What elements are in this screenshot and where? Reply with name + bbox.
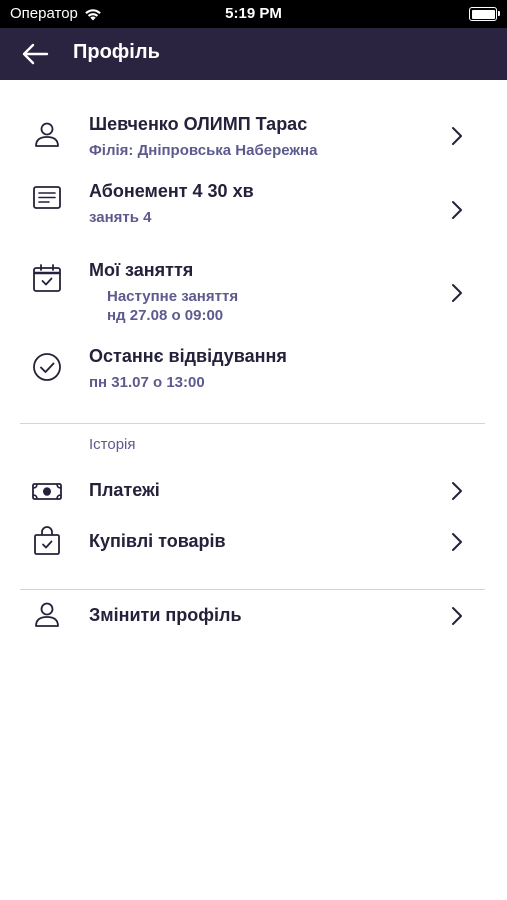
- my-classes-row[interactable]: Мої заняття Наступне заняття нд 27.08 о …: [0, 254, 507, 332]
- last-visit-row: Останнє відвідування пн 31.07 о 13:00: [0, 340, 507, 400]
- ticket-icon: [33, 186, 61, 209]
- app-header: Профіль: [0, 28, 507, 80]
- page-title: Профіль: [73, 41, 160, 63]
- user-icon: [35, 602, 59, 627]
- status-time: 5:19 PM: [225, 5, 282, 22]
- calendar-check-icon: [33, 264, 61, 292]
- last-visit-title: Останнє відвідування: [89, 346, 287, 366]
- my-classes-title: Мої заняття: [89, 260, 194, 280]
- back-arrow-icon[interactable]: [20, 41, 50, 67]
- subscription-row[interactable]: Абонемент 4 30 хв занять 4: [0, 175, 507, 241]
- next-class-label: Наступне заняття: [107, 288, 239, 305]
- history-section-label: Історія: [89, 436, 136, 453]
- profile-branch: Філія: Дніпровська Набережна: [89, 142, 318, 159]
- edit-profile-row[interactable]: Змінити профіль: [0, 594, 507, 638]
- edit-profile-label: Змінити профіль: [89, 605, 242, 625]
- payments-row[interactable]: Платежі: [0, 470, 507, 512]
- chevron-right-icon: [452, 201, 462, 219]
- payments-label: Платежі: [89, 480, 160, 500]
- chevron-right-icon: [452, 284, 462, 302]
- status-bar: Оператор 5:19 PM: [0, 0, 507, 28]
- chevron-right-icon: [452, 607, 462, 625]
- chevron-right-icon: [452, 533, 462, 551]
- purchases-label: Купівлі товарів: [89, 531, 226, 551]
- check-circle-icon: [33, 353, 61, 381]
- subscription-sessions: занять 4: [89, 209, 152, 226]
- section-divider: [20, 423, 485, 424]
- user-icon: [35, 122, 59, 147]
- purchases-row[interactable]: Купівлі товарів: [0, 521, 507, 563]
- section-divider: [20, 589, 485, 590]
- chevron-right-icon: [452, 482, 462, 500]
- battery-icon: [469, 7, 500, 21]
- next-class-date: нд 27.08 о 09:00: [107, 307, 224, 324]
- last-visit-date: пн 31.07 о 13:00: [89, 374, 205, 391]
- subscription-title: Абонемент 4 30 хв: [89, 181, 254, 201]
- profile-row[interactable]: Шевченко ОЛИМП Тарас Філія: Дніпровська …: [0, 106, 507, 166]
- cash-icon: [32, 483, 62, 500]
- chevron-right-icon: [452, 127, 462, 145]
- shopping-bag-icon: [34, 526, 60, 555]
- profile-name: Шевченко ОЛИМП Тарас: [89, 114, 308, 134]
